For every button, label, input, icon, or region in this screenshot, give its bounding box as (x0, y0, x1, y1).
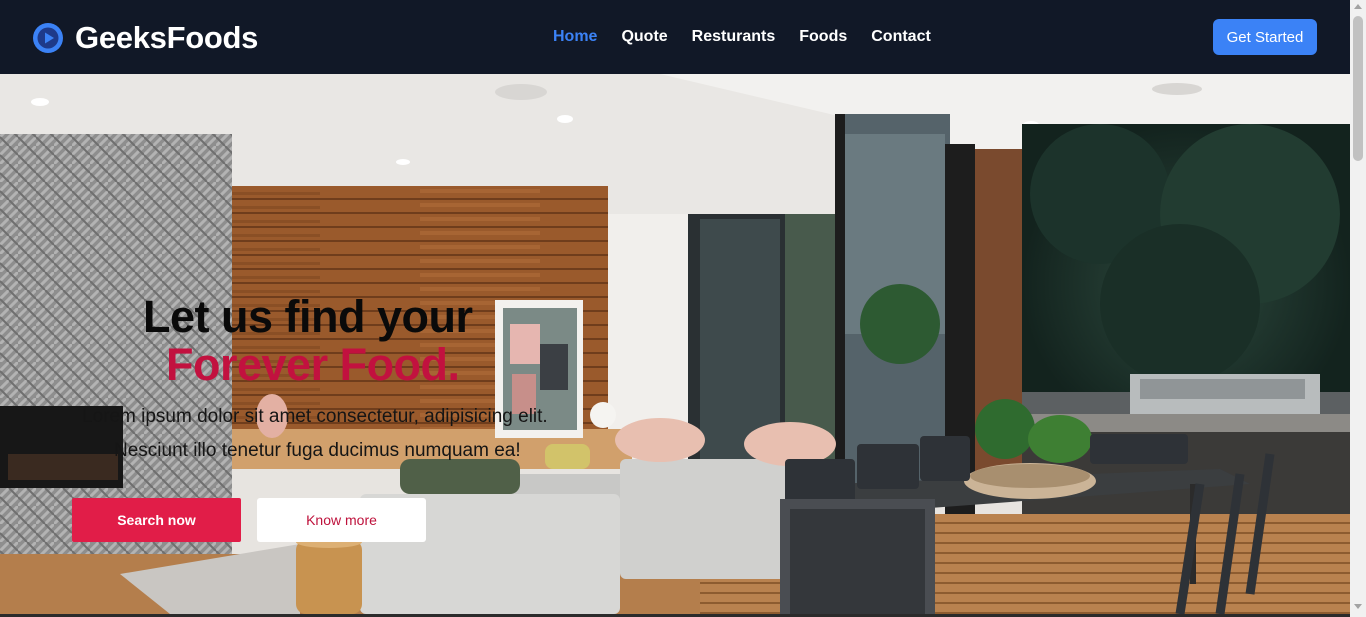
vertical-scrollbar[interactable] (1350, 0, 1366, 617)
brand-name: GeeksFoods (75, 20, 259, 55)
navbar: GeeksFoods Home Quote Resturants Foods C… (0, 0, 1350, 74)
search-now-button[interactable]: Search now (72, 498, 241, 542)
hero-paragraph-line2: Nesciunt illo tenetur fuga ducimus numqu… (114, 440, 521, 461)
scroll-thumb[interactable] (1353, 16, 1363, 161)
nav-link-foods[interactable]: Foods (799, 28, 847, 46)
nav-link-quote[interactable]: Quote (621, 28, 667, 46)
hero-heading-accent: Forever Food. (166, 339, 460, 390)
nav-link-contact[interactable]: Contact (871, 28, 931, 46)
nav-link-resturants[interactable]: Resturants (692, 28, 776, 46)
main-nav: Home Quote Resturants Foods Contact (553, 28, 955, 46)
hero-heading: Let us find your (143, 291, 473, 342)
nav-link-home[interactable]: Home (553, 28, 597, 46)
hero-paragraph-line1: Lorem ipsum dolor sit amet consectetur, … (82, 406, 548, 427)
scroll-down-arrow-icon[interactable] (1354, 604, 1362, 609)
get-started-button[interactable]: Get Started (1213, 19, 1317, 55)
play-circle-icon (33, 23, 63, 53)
brand-logo[interactable]: GeeksFoods (32, 20, 258, 56)
scroll-up-arrow-icon[interactable] (1354, 4, 1362, 9)
hero-section: Let us find your Forever Food. Lorem ips… (0, 74, 1350, 614)
know-more-button[interactable]: Know more (257, 498, 426, 542)
